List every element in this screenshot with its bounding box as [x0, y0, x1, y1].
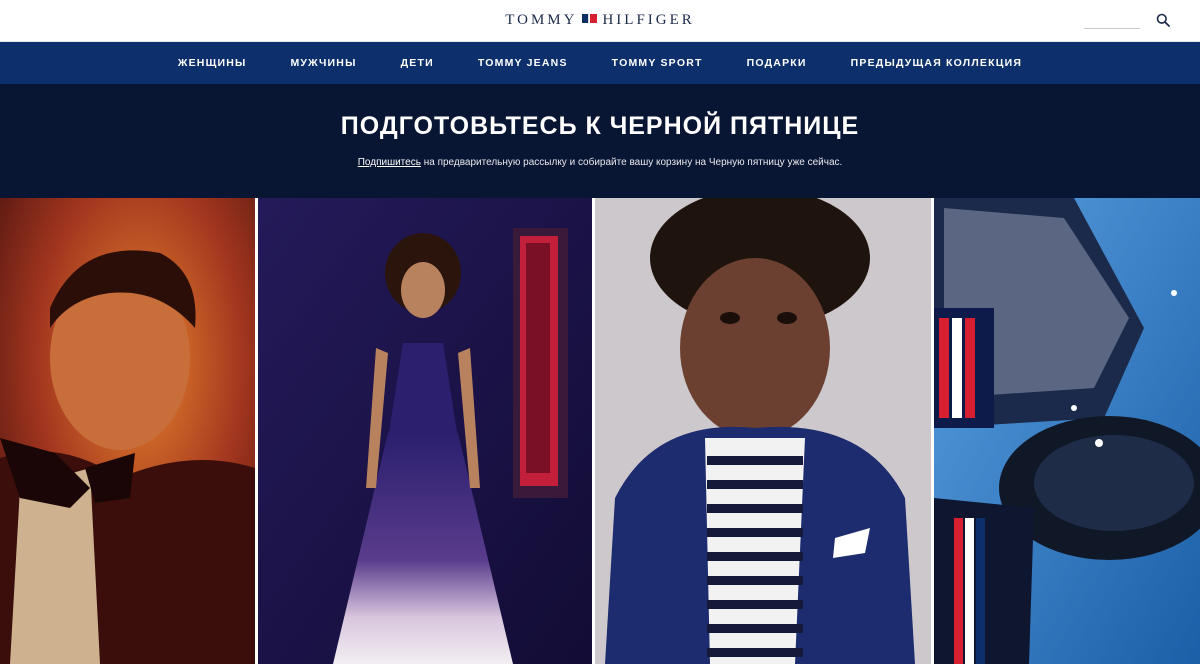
- nav-item-tommy-jeans[interactable]: TOMMY JEANS: [478, 57, 568, 69]
- boy-in-blazer-photo: [595, 198, 931, 664]
- site-header: TOMMY HILFIGER: [0, 0, 1200, 42]
- category-tiles: [0, 198, 1200, 664]
- nav-item-men[interactable]: МУЖЧИНЫ: [290, 57, 356, 69]
- search-box: [1084, 12, 1174, 30]
- tile-accessories[interactable]: [934, 198, 1200, 664]
- search-icon[interactable]: [1156, 13, 1170, 27]
- shoes-and-wallet-photo: [934, 198, 1200, 664]
- promo-banner: ПОДГОТОВЬТЕСЬ К ЧЕРНОЙ ПЯТНИЦЕ Подпишите…: [0, 84, 1200, 198]
- woman-in-pleated-gown-photo: [258, 198, 592, 664]
- subscribe-link[interactable]: Подпишитесь: [358, 157, 421, 168]
- man-in-tuxedo-photo: [0, 198, 255, 664]
- main-nav: ЖЕНЩИНЫ МУЖЧИНЫ ДЕТИ TOMMY JEANS TOMMY S…: [0, 42, 1200, 84]
- logo-text-tommy: TOMMY: [505, 12, 578, 28]
- tile-men[interactable]: [0, 198, 255, 664]
- search-input[interactable]: [1084, 12, 1140, 29]
- tile-kids[interactable]: [595, 198, 931, 664]
- promo-subtitle: Подпишитесь на предварительную рассылку …: [0, 157, 1200, 168]
- nav-item-kids[interactable]: ДЕТИ: [401, 57, 434, 69]
- logo-text-hilfiger: HILFIGER: [602, 12, 695, 28]
- tile-women[interactable]: [258, 198, 592, 664]
- brand-logo[interactable]: TOMMY HILFIGER: [0, 12, 1200, 29]
- nav-item-gifts[interactable]: ПОДАРКИ: [747, 57, 807, 69]
- promo-title: ПОДГОТОВЬТЕСЬ К ЧЕРНОЙ ПЯТНИЦЕ: [340, 112, 860, 140]
- nav-item-previous-collection[interactable]: ПРЕДЫДУЩАЯ КОЛЛЕКЦИЯ: [851, 57, 1022, 69]
- nav-item-women[interactable]: ЖЕНЩИНЫ: [178, 57, 247, 69]
- nav-item-tommy-sport[interactable]: TOMMY SPORT: [612, 57, 703, 69]
- flag-icon: [582, 14, 598, 23]
- promo-subtitle-text: на предварительную рассылку и собирайте …: [420, 157, 843, 168]
